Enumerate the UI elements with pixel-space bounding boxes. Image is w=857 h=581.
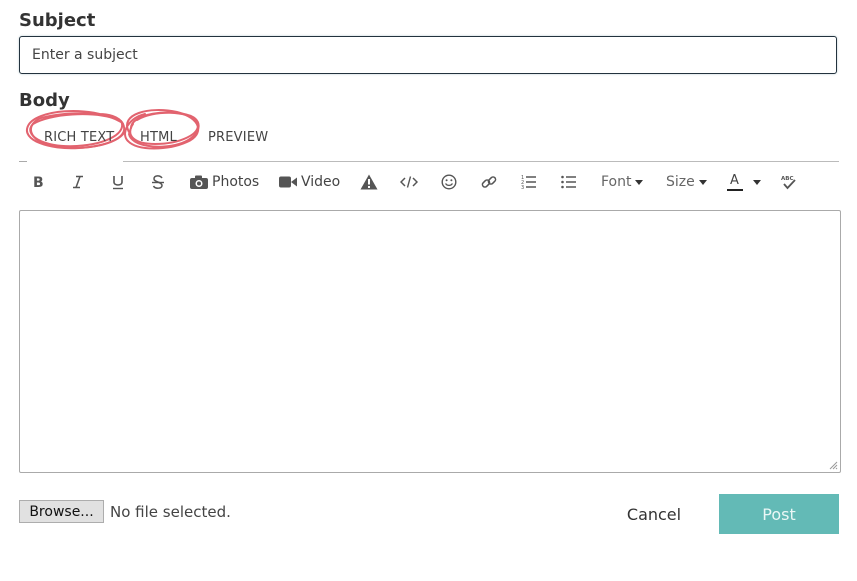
code-button[interactable] bbox=[399, 166, 419, 198]
font-dropdown[interactable]: Font bbox=[599, 166, 647, 198]
subject-input[interactable] bbox=[19, 36, 837, 74]
text-color-dropdown[interactable]: A bbox=[727, 166, 769, 198]
emoji-button[interactable] bbox=[439, 166, 459, 198]
text-color-icon: A bbox=[727, 173, 743, 191]
chevron-down-icon bbox=[698, 179, 707, 185]
code-icon bbox=[400, 176, 418, 188]
file-status: No file selected. bbox=[110, 503, 231, 521]
bold-button[interactable]: B bbox=[29, 166, 47, 198]
chevron-down-icon bbox=[635, 179, 644, 185]
photos-button[interactable]: Photos bbox=[190, 166, 260, 198]
svg-text:3: 3 bbox=[521, 185, 524, 190]
tab-underline-left bbox=[19, 161, 27, 162]
subject-label: Subject bbox=[19, 10, 96, 31]
camera-icon bbox=[190, 175, 208, 189]
tab-underline bbox=[123, 161, 839, 162]
resize-grip-icon[interactable] bbox=[828, 460, 838, 470]
video-label: Video bbox=[301, 174, 341, 190]
body-label: Body bbox=[19, 90, 70, 111]
editor-mode-tabs: RICH TEXT HTML PREVIEW bbox=[19, 109, 839, 162]
underline-button[interactable] bbox=[109, 166, 127, 198]
tab-html[interactable]: HTML bbox=[140, 130, 177, 145]
link-button[interactable] bbox=[479, 166, 499, 198]
text-color-swatch bbox=[727, 189, 743, 191]
underline-icon bbox=[113, 175, 123, 189]
warning-icon bbox=[360, 174, 378, 190]
bulleted-list-button[interactable] bbox=[559, 166, 579, 198]
video-camera-icon bbox=[279, 176, 297, 188]
cancel-button[interactable]: Cancel bbox=[610, 496, 698, 532]
bold-icon: B bbox=[33, 175, 44, 189]
svg-text:B: B bbox=[33, 175, 44, 189]
size-dropdown[interactable]: Size bbox=[664, 166, 710, 198]
smiley-icon bbox=[441, 174, 457, 190]
video-button[interactable]: Video bbox=[279, 166, 341, 198]
spellcheck-icon: ABC bbox=[781, 176, 796, 190]
browse-button[interactable]: Browse... bbox=[19, 500, 104, 523]
strikethrough-button[interactable] bbox=[149, 166, 167, 198]
numbered-list-button[interactable]: 1 2 3 bbox=[519, 166, 539, 198]
body-editor[interactable] bbox=[19, 210, 841, 473]
italic-button[interactable] bbox=[69, 166, 87, 198]
spellcheck-button[interactable]: ABC bbox=[779, 166, 799, 198]
spoiler-warning-button[interactable] bbox=[359, 166, 379, 198]
tab-rich-text[interactable]: RICH TEXT bbox=[44, 130, 114, 145]
text-color-letter: A bbox=[730, 173, 739, 188]
font-dropdown-label: Font bbox=[601, 174, 632, 190]
svg-text:ABC: ABC bbox=[781, 176, 794, 182]
tab-preview[interactable]: PREVIEW bbox=[208, 130, 268, 145]
chevron-down-icon bbox=[753, 179, 761, 185]
link-icon bbox=[481, 176, 497, 188]
strikethrough-icon bbox=[152, 174, 164, 189]
post-button[interactable]: Post bbox=[719, 494, 839, 534]
italic-icon bbox=[73, 175, 83, 189]
numbered-list-icon: 1 2 3 bbox=[521, 175, 536, 190]
photos-label: Photos bbox=[212, 174, 260, 190]
size-dropdown-label: Size bbox=[666, 174, 695, 190]
formatting-toolbar: B Photos Video 1 2 3 Font Size A ABC bbox=[19, 166, 839, 198]
bulleted-list-icon bbox=[561, 175, 576, 189]
